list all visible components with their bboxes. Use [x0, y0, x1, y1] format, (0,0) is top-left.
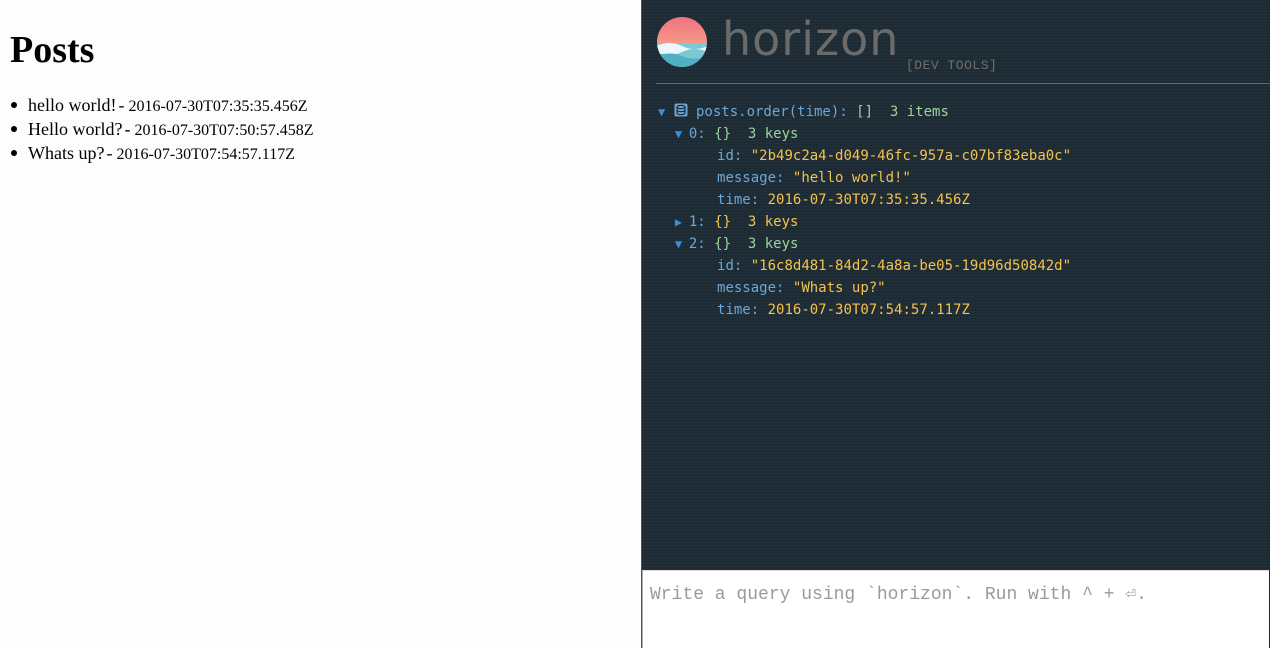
app-pane: Posts hello world! -2016-07-30T07:35:35.4… — [0, 0, 641, 648]
tree-item-row[interactable]: ▼ 0: {} 3 keys — [658, 123, 1071, 145]
header-divider — [656, 83, 1270, 84]
devtools-panel: horizon [DEV TOOLS] ▼ posts.order(time): … — [641, 0, 1270, 648]
expand-arrow-icon[interactable]: ▶ — [675, 211, 689, 233]
field-key: time: — [717, 302, 760, 318]
post-separator: - — [106, 143, 113, 163]
tree-root-row[interactable]: ▼ posts.order(time): [] 3 items — [658, 101, 1071, 123]
field-row: time: 2016-07-30T07:35:35.456Z — [658, 189, 1071, 211]
horizon-logo-icon — [657, 17, 707, 67]
field-key: time: — [717, 192, 760, 208]
collapse-arrow-icon[interactable]: ▼ — [675, 123, 689, 145]
post-message: hello world! — [28, 95, 117, 115]
item-index: 1: — [688, 214, 706, 230]
brand-name: horizon — [722, 12, 900, 66]
item-count: 3 items — [889, 104, 949, 120]
field-key: message: — [717, 170, 785, 186]
list-item: hello world! -2016-07-30T07:35:35.456Z — [11, 94, 631, 118]
post-time: 2016-07-30T07:54:57.117Z — [116, 146, 295, 163]
post-message: Hello world? — [28, 119, 123, 139]
field-key: id: — [717, 258, 743, 274]
field-value: "hello world!" — [792, 170, 911, 186]
field-value: "2b49c2a4-d049-46fc-957a-c07bf83eba0c" — [750, 148, 1072, 164]
field-row: time: 2016-07-30T07:54:57.117Z — [658, 299, 1071, 321]
collapse-arrow-icon[interactable]: ▼ — [675, 233, 689, 255]
result-tree: ▼ posts.order(time): [] 3 items ▼ 0: {} 3 … — [658, 101, 1071, 321]
type-badge: {} — [714, 236, 732, 252]
item-index: 2: — [688, 236, 706, 252]
brand-subtitle: [DEV TOOLS] — [906, 58, 998, 73]
post-separator: - — [124, 119, 131, 139]
field-row: message: "hello world!" — [658, 167, 1071, 189]
tree-item-row[interactable]: ▼ 2: {} 3 keys — [658, 233, 1071, 255]
field-key: id: — [717, 148, 743, 164]
field-value: "Whats up?" — [792, 280, 886, 296]
posts-list: hello world! -2016-07-30T07:35:35.456Z He… — [10, 94, 631, 166]
post-time: 2016-07-30T07:35:35.456Z — [128, 98, 308, 115]
type-badge: [] — [856, 104, 874, 120]
field-row: id: "2b49c2a4-d049-46fc-957a-c07bf83eba0… — [658, 145, 1071, 167]
type-badge: {} — [714, 214, 732, 230]
list-item: Hello world? -2016-07-30T07:50:57.458Z — [11, 118, 631, 142]
field-row: id: "16c8d481-84d2-4a8a-be05-19d96d50842… — [658, 255, 1071, 277]
tree-item-row[interactable]: ▶ 1: {} 3 keys — [658, 211, 1071, 233]
page-title: Posts — [10, 29, 95, 71]
list-item: Whats up? -2016-07-30T07:54:57.117Z — [11, 142, 631, 166]
query-input[interactable] — [642, 570, 1269, 648]
key-count: 3 keys — [747, 126, 799, 142]
post-time: 2016-07-30T07:50:57.458Z — [134, 122, 314, 139]
type-badge: {} — [714, 126, 732, 142]
post-message: Whats up? — [28, 143, 105, 163]
horizon-brand: horizon [DEV TOOLS] — [656, 12, 1256, 84]
expand-arrow-icon[interactable]: ▼ — [658, 101, 672, 123]
database-icon — [674, 103, 688, 117]
field-key: message: — [717, 280, 785, 296]
field-value: 2016-07-30T07:54:57.117Z — [767, 302, 970, 318]
field-value: 2016-07-30T07:35:35.456Z — [767, 192, 970, 208]
field-value: "16c8d481-84d2-4a8a-be05-19d96d50842d" — [750, 258, 1072, 274]
item-index: 0: — [688, 126, 706, 142]
field-row: message: "Whats up?" — [658, 277, 1071, 299]
key-count: 3 keys — [747, 214, 799, 230]
query-label: posts.order(time): — [696, 104, 848, 120]
key-count: 3 keys — [747, 236, 799, 252]
post-separator: - — [118, 95, 125, 115]
